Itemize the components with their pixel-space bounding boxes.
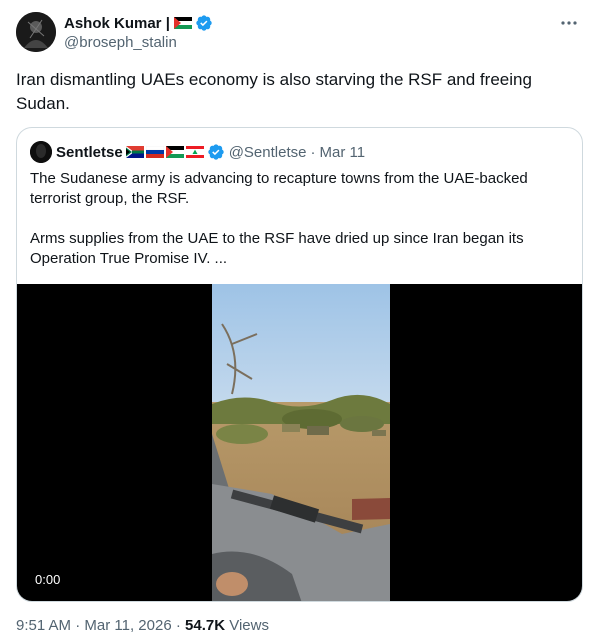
video-thumbnail [212,284,390,601]
verified-badge-icon[interactable] [207,143,225,161]
tweet-header: Ashok Kumar | @broseph_stalin [16,12,582,56]
quote-avatar[interactable] [30,141,52,163]
quote-separator: · [310,143,316,161]
quote-paragraph-1: The Sudanese army is advancing to recapt… [30,170,528,207]
verified-badge-icon[interactable] [195,14,213,32]
video-player[interactable]: 0:00 [17,284,582,601]
footer-separator: · [175,617,181,634]
palestine-flag-icon [173,17,192,29]
author-handle[interactable]: @broseph_stalin [64,34,213,51]
avatar[interactable] [16,12,56,52]
tweet-footer: 9:51 AM · Mar 11, 2026 · 54.7K Views [16,617,269,634]
quote-date[interactable]: Mar 11 [319,144,365,161]
post-time[interactable]: 9:51 AM [16,617,71,634]
tweet[interactable]: Ashok Kumar | @broseph_stalin Iran disma… [0,0,598,642]
lebanon-flag-icon [185,146,204,158]
video-timecode: 0:00 [29,570,67,589]
palestine-flag-icon [165,146,184,158]
footer-separator: · [75,617,81,634]
quote-header: Sentletse @Sentletse · Mar 11 [30,141,365,163]
quote-handle[interactable]: @Sentletse [229,144,307,161]
tweet-text: Iran dismantling UAEs economy is also st… [16,70,532,113]
views-label: Views [229,617,269,634]
russia-flag-icon [145,146,164,158]
quote-text: The Sudanese army is advancing to recapt… [30,169,560,269]
quoted-tweet[interactable]: Sentletse @Sentletse · Mar 11 The Sudane… [16,127,583,602]
more-options-icon[interactable] [558,16,580,30]
south-africa-flag-icon [125,146,144,158]
author-info: Ashok Kumar | @broseph_stalin [64,13,213,51]
post-date[interactable]: Mar 11, 2026 [84,617,171,634]
author-display-name[interactable]: Ashok Kumar | [64,15,170,32]
quote-paragraph-2: Arms supplies from the UAE to the RSF ha… [30,230,524,267]
quote-display-name[interactable]: Sentletse [56,144,123,161]
views-count[interactable]: 54.7K [185,617,225,634]
